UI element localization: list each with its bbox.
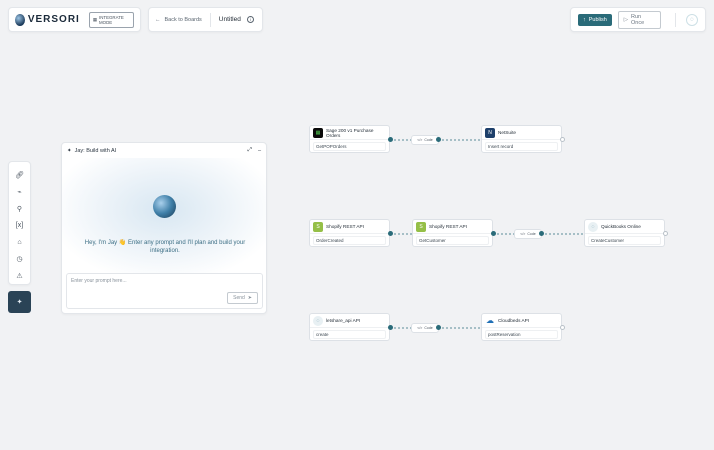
node-header: ◌ QuickBooks Online — [585, 220, 664, 234]
flow-node-netsuite[interactable]: N NetSuite Insert record — [481, 125, 562, 153]
node-title: NetSuite — [498, 130, 516, 135]
code-label: Code — [424, 138, 433, 142]
output-port[interactable] — [388, 231, 393, 236]
node-action: GetPOPOrders — [313, 142, 386, 151]
flow-node-sage200[interactable]: ▦ Sage 200 v1 Purchase Orders GetPOPOrde… — [309, 125, 390, 153]
netsuite-logo-icon: N — [485, 127, 495, 138]
code-node[interactable]: </> Code — [411, 323, 439, 333]
output-port[interactable] — [436, 325, 441, 330]
quickbooks-logo-icon: ◌ — [588, 221, 598, 232]
code-label: Code — [527, 232, 536, 236]
flow-node-cloudbeds[interactable]: ☁ Cloudbeds API postReservation — [481, 313, 562, 341]
output-port[interactable] — [491, 231, 496, 236]
code-node[interactable]: </> Code — [411, 135, 439, 145]
sage-logo-icon: ▦ — [313, 127, 323, 138]
node-action: OrderCreated — [313, 236, 386, 245]
code-label: Code — [424, 326, 433, 330]
code-node[interactable]: </> Code — [514, 229, 542, 239]
node-action: GetCustomer — [416, 236, 489, 245]
input-port[interactable] — [663, 231, 668, 236]
node-title: Cloudbeds API — [498, 318, 530, 323]
node-action: Insert record — [485, 142, 558, 151]
node-header: S Shopify REST API — [413, 220, 492, 234]
flow-node-shopify-trigger[interactable]: S Shopify REST API OrderCreated — [309, 219, 390, 247]
input-port[interactable] — [560, 137, 565, 142]
shopify-logo-icon: S — [416, 221, 426, 232]
node-action: create — [313, 330, 386, 339]
letshare-logo-icon: ◌ — [313, 315, 323, 326]
flow-node-shopify-get[interactable]: S Shopify REST API GetCustomer — [412, 219, 493, 247]
input-port[interactable] — [560, 325, 565, 330]
node-title: Sage 200 v1 Purchase Orders — [326, 127, 374, 138]
flow-node-letshare[interactable]: ◌ letshare_api API create — [309, 313, 390, 341]
code-icon: </> — [417, 326, 423, 330]
node-header: ☁ Cloudbeds API — [482, 314, 561, 328]
node-header: ▦ Sage 200 v1 Purchase Orders — [310, 126, 389, 140]
node-action: postReservation — [485, 330, 558, 339]
output-port[interactable] — [539, 231, 544, 236]
node-header: N NetSuite — [482, 126, 561, 140]
node-header: ◌ letshare_api API — [310, 314, 389, 328]
node-action: CreateCustomer — [588, 236, 661, 245]
node-title: Shopify REST API — [326, 224, 364, 229]
node-title: letshare_api API — [326, 318, 361, 323]
node-title: Shopify REST API — [429, 224, 467, 229]
code-icon: </> — [417, 138, 423, 142]
code-icon: </> — [520, 232, 526, 236]
cloudbeds-logo-icon: ☁ — [486, 316, 494, 325]
node-header: S Shopify REST API — [310, 220, 389, 234]
flow-node-quickbooks[interactable]: ◌ QuickBooks Online CreateCustomer — [584, 219, 665, 247]
output-port[interactable] — [388, 325, 393, 330]
output-port[interactable] — [436, 137, 441, 142]
output-port[interactable] — [388, 137, 393, 142]
node-title: QuickBooks Online — [601, 224, 641, 229]
shopify-logo-icon: S — [313, 221, 323, 232]
